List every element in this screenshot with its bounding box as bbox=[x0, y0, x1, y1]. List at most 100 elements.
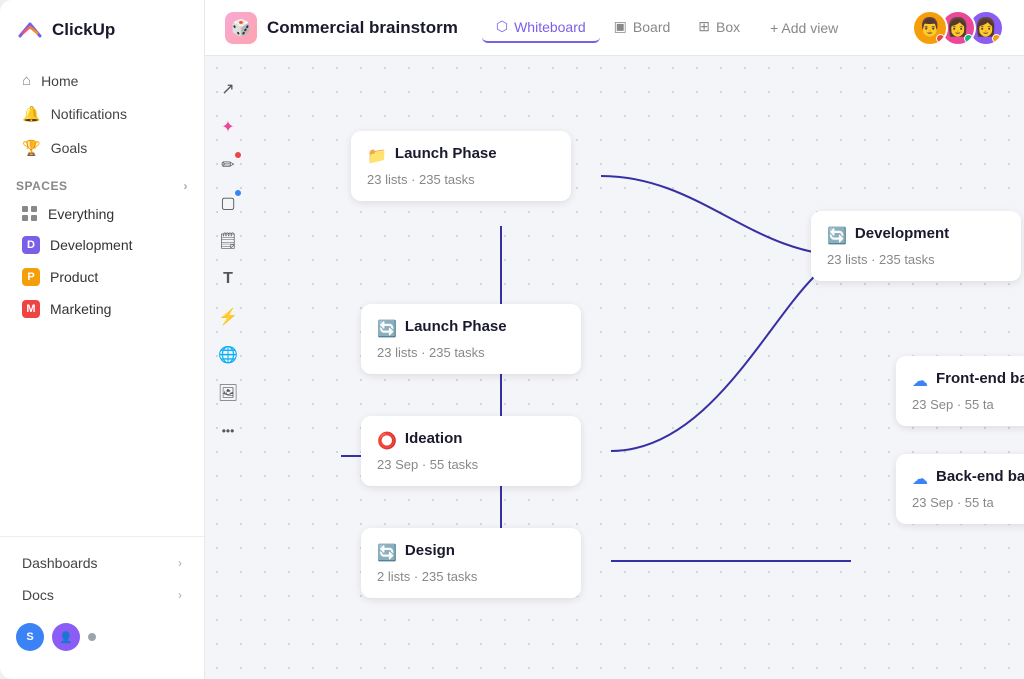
image-tool[interactable]: 🖼 bbox=[211, 376, 245, 410]
development-label: Development bbox=[50, 237, 133, 253]
header-avatars: 👨 👩 👩 bbox=[920, 10, 1004, 46]
pen-dot bbox=[235, 152, 241, 158]
more-tools-button[interactable]: ••• bbox=[211, 414, 245, 448]
card-header: 📁 Launch Phase bbox=[367, 145, 555, 166]
card-meta: 23 lists · 235 tasks bbox=[367, 172, 555, 187]
marketing-label: Marketing bbox=[50, 301, 111, 317]
cloud-icon: ☁ bbox=[912, 469, 928, 489]
board-tab-label: Board bbox=[633, 19, 670, 35]
card-development[interactable]: 🔄 Development 23 lists · 235 tasks bbox=[811, 211, 1021, 281]
everything-item[interactable]: Everything bbox=[6, 199, 198, 229]
card-backend[interactable]: ☁ Back-end ba 23 Sep · 55 ta bbox=[896, 454, 1024, 524]
whiteboard-toolbar: ↗ ✦ ✏ ▢ 🗒 T ⚡ 🌐 🖼 ••• bbox=[205, 56, 251, 679]
card-header: 🔄 Development bbox=[827, 225, 1005, 246]
everything-label: Everything bbox=[48, 206, 114, 222]
sidebar-footer: S 👤 bbox=[0, 611, 204, 663]
product-dot: P bbox=[22, 268, 40, 286]
card-meta: 23 Sep · 55 ta bbox=[912, 495, 1024, 510]
card-header: 🔄 Launch Phase bbox=[377, 318, 565, 339]
board-tab-icon: ▣ bbox=[614, 18, 627, 35]
sync-icon: 🔄 bbox=[377, 543, 397, 563]
text-tool[interactable]: T bbox=[211, 262, 245, 296]
card-design[interactable]: 🔄 Design 2 lists · 235 tasks bbox=[361, 528, 581, 598]
nav-goals[interactable]: 🏆 Goals bbox=[6, 131, 198, 165]
breadcrumb-icon: 🎲 bbox=[225, 12, 257, 44]
card-ideation[interactable]: ⭕ Ideation 23 Sep · 55 tasks bbox=[361, 416, 581, 486]
grid-icon bbox=[22, 206, 38, 222]
canvas-area: 📁 Launch Phase 23 lists · 235 tasks 🔄 De… bbox=[251, 56, 1024, 679]
box-tab-label: Box bbox=[716, 19, 740, 35]
rect-dot bbox=[235, 190, 241, 196]
docs-chevron-icon: › bbox=[178, 588, 182, 602]
add-view-button[interactable]: + Add view bbox=[758, 14, 850, 42]
card-launch-phase-mid[interactable]: 🔄 Launch Phase 23 lists · 235 tasks bbox=[361, 304, 581, 374]
tab-whiteboard[interactable]: ⬡ Whiteboard bbox=[482, 12, 600, 43]
goals-icon: 🏆 bbox=[22, 139, 41, 157]
clickup-logo-icon bbox=[16, 16, 44, 44]
spaces-label: Spaces bbox=[16, 179, 67, 193]
box-tab-icon: ⊞ bbox=[698, 18, 710, 35]
collaborator-avatar-1[interactable]: 👨 bbox=[912, 10, 948, 46]
user-avatar-me[interactable]: 👤 bbox=[52, 623, 80, 651]
sidebar-item-marketing[interactable]: M Marketing bbox=[6, 293, 198, 325]
nav-home-label: Home bbox=[41, 73, 78, 89]
card-title: Design bbox=[405, 542, 455, 559]
card-title: Front-end ba bbox=[936, 370, 1024, 387]
card-header: 🔄 Design bbox=[377, 542, 565, 563]
user-avatar-s[interactable]: S bbox=[16, 623, 44, 651]
card-title: Back-end ba bbox=[936, 468, 1024, 485]
paint-tool[interactable]: ✦ bbox=[211, 110, 245, 144]
whiteboard-tab-label: Whiteboard bbox=[514, 19, 586, 35]
card-title: Launch Phase bbox=[395, 145, 497, 162]
globe-tool[interactable]: 🌐 bbox=[211, 338, 245, 372]
tab-box[interactable]: ⊞ Box bbox=[684, 12, 754, 43]
nav-home[interactable]: ⌂ Home bbox=[6, 64, 198, 97]
bell-icon: 🔔 bbox=[22, 105, 41, 123]
card-frontend[interactable]: ☁ Front-end ba 23 Sep · 55 ta bbox=[896, 356, 1024, 426]
nav-notifications[interactable]: 🔔 Notifications bbox=[6, 97, 198, 131]
marketing-dot: M bbox=[22, 300, 40, 318]
logo: ClickUp bbox=[0, 16, 204, 64]
sidebar-item-development[interactable]: D Development bbox=[6, 229, 198, 261]
whiteboard-tab-icon: ⬡ bbox=[496, 18, 508, 35]
sidebar-bottom: Dashboards › Docs › bbox=[0, 536, 204, 611]
docs-label: Docs bbox=[22, 587, 54, 603]
spaces-chevron-icon[interactable]: › bbox=[184, 179, 189, 193]
nav-notifications-label: Notifications bbox=[51, 106, 127, 122]
home-icon: ⌂ bbox=[22, 72, 31, 89]
status-indicator bbox=[88, 633, 96, 641]
product-label: Product bbox=[50, 269, 98, 285]
card-meta: 23 lists · 235 tasks bbox=[377, 345, 565, 360]
card-meta: 23 Sep · 55 ta bbox=[912, 397, 1024, 412]
dashboards-section[interactable]: Dashboards › bbox=[6, 547, 198, 579]
sidebar: ClickUp ⌂ Home 🔔 Notifications 🏆 Goals S… bbox=[0, 0, 205, 679]
cursor-tool[interactable]: ↗ bbox=[211, 72, 245, 106]
docs-section[interactable]: Docs › bbox=[6, 579, 198, 611]
sidebar-item-product[interactable]: P Product bbox=[6, 261, 198, 293]
spaces-section-header: Spaces › bbox=[0, 165, 204, 199]
card-title: Launch Phase bbox=[405, 318, 507, 335]
tab-board[interactable]: ▣ Board bbox=[600, 12, 685, 43]
card-header: ☁ Back-end ba bbox=[912, 468, 1024, 489]
card-meta: 23 lists · 235 tasks bbox=[827, 252, 1005, 267]
whiteboard-canvas[interactable]: ↗ ✦ ✏ ▢ 🗒 T ⚡ 🌐 🖼 ••• bbox=[205, 56, 1024, 679]
sticky-tool[interactable]: 🗒 bbox=[211, 224, 245, 258]
card-title: Ideation bbox=[405, 430, 463, 447]
pen-tool[interactable]: ✏ bbox=[211, 148, 245, 182]
rect-tool[interactable]: ▢ bbox=[211, 186, 245, 220]
nav-goals-label: Goals bbox=[51, 140, 88, 156]
card-meta: 23 Sep · 55 tasks bbox=[377, 457, 565, 472]
development-dot: D bbox=[22, 236, 40, 254]
sync-icon: 🔄 bbox=[377, 319, 397, 339]
dashboards-label: Dashboards bbox=[22, 555, 98, 571]
connector-tool[interactable]: ⚡ bbox=[211, 300, 245, 334]
circle-icon: ⭕ bbox=[377, 431, 397, 451]
logo-text: ClickUp bbox=[52, 20, 115, 40]
card-header: ☁ Front-end ba bbox=[912, 370, 1024, 391]
card-launch-phase-top[interactable]: 📁 Launch Phase 23 lists · 235 tasks bbox=[351, 131, 571, 201]
card-title: Development bbox=[855, 225, 949, 242]
main-content: 🎲 Commercial brainstorm ⬡ Whiteboard ▣ B… bbox=[205, 0, 1024, 679]
sync-icon: 🔄 bbox=[827, 226, 847, 246]
card-header: ⭕ Ideation bbox=[377, 430, 565, 451]
cloud-icon: ☁ bbox=[912, 371, 928, 391]
